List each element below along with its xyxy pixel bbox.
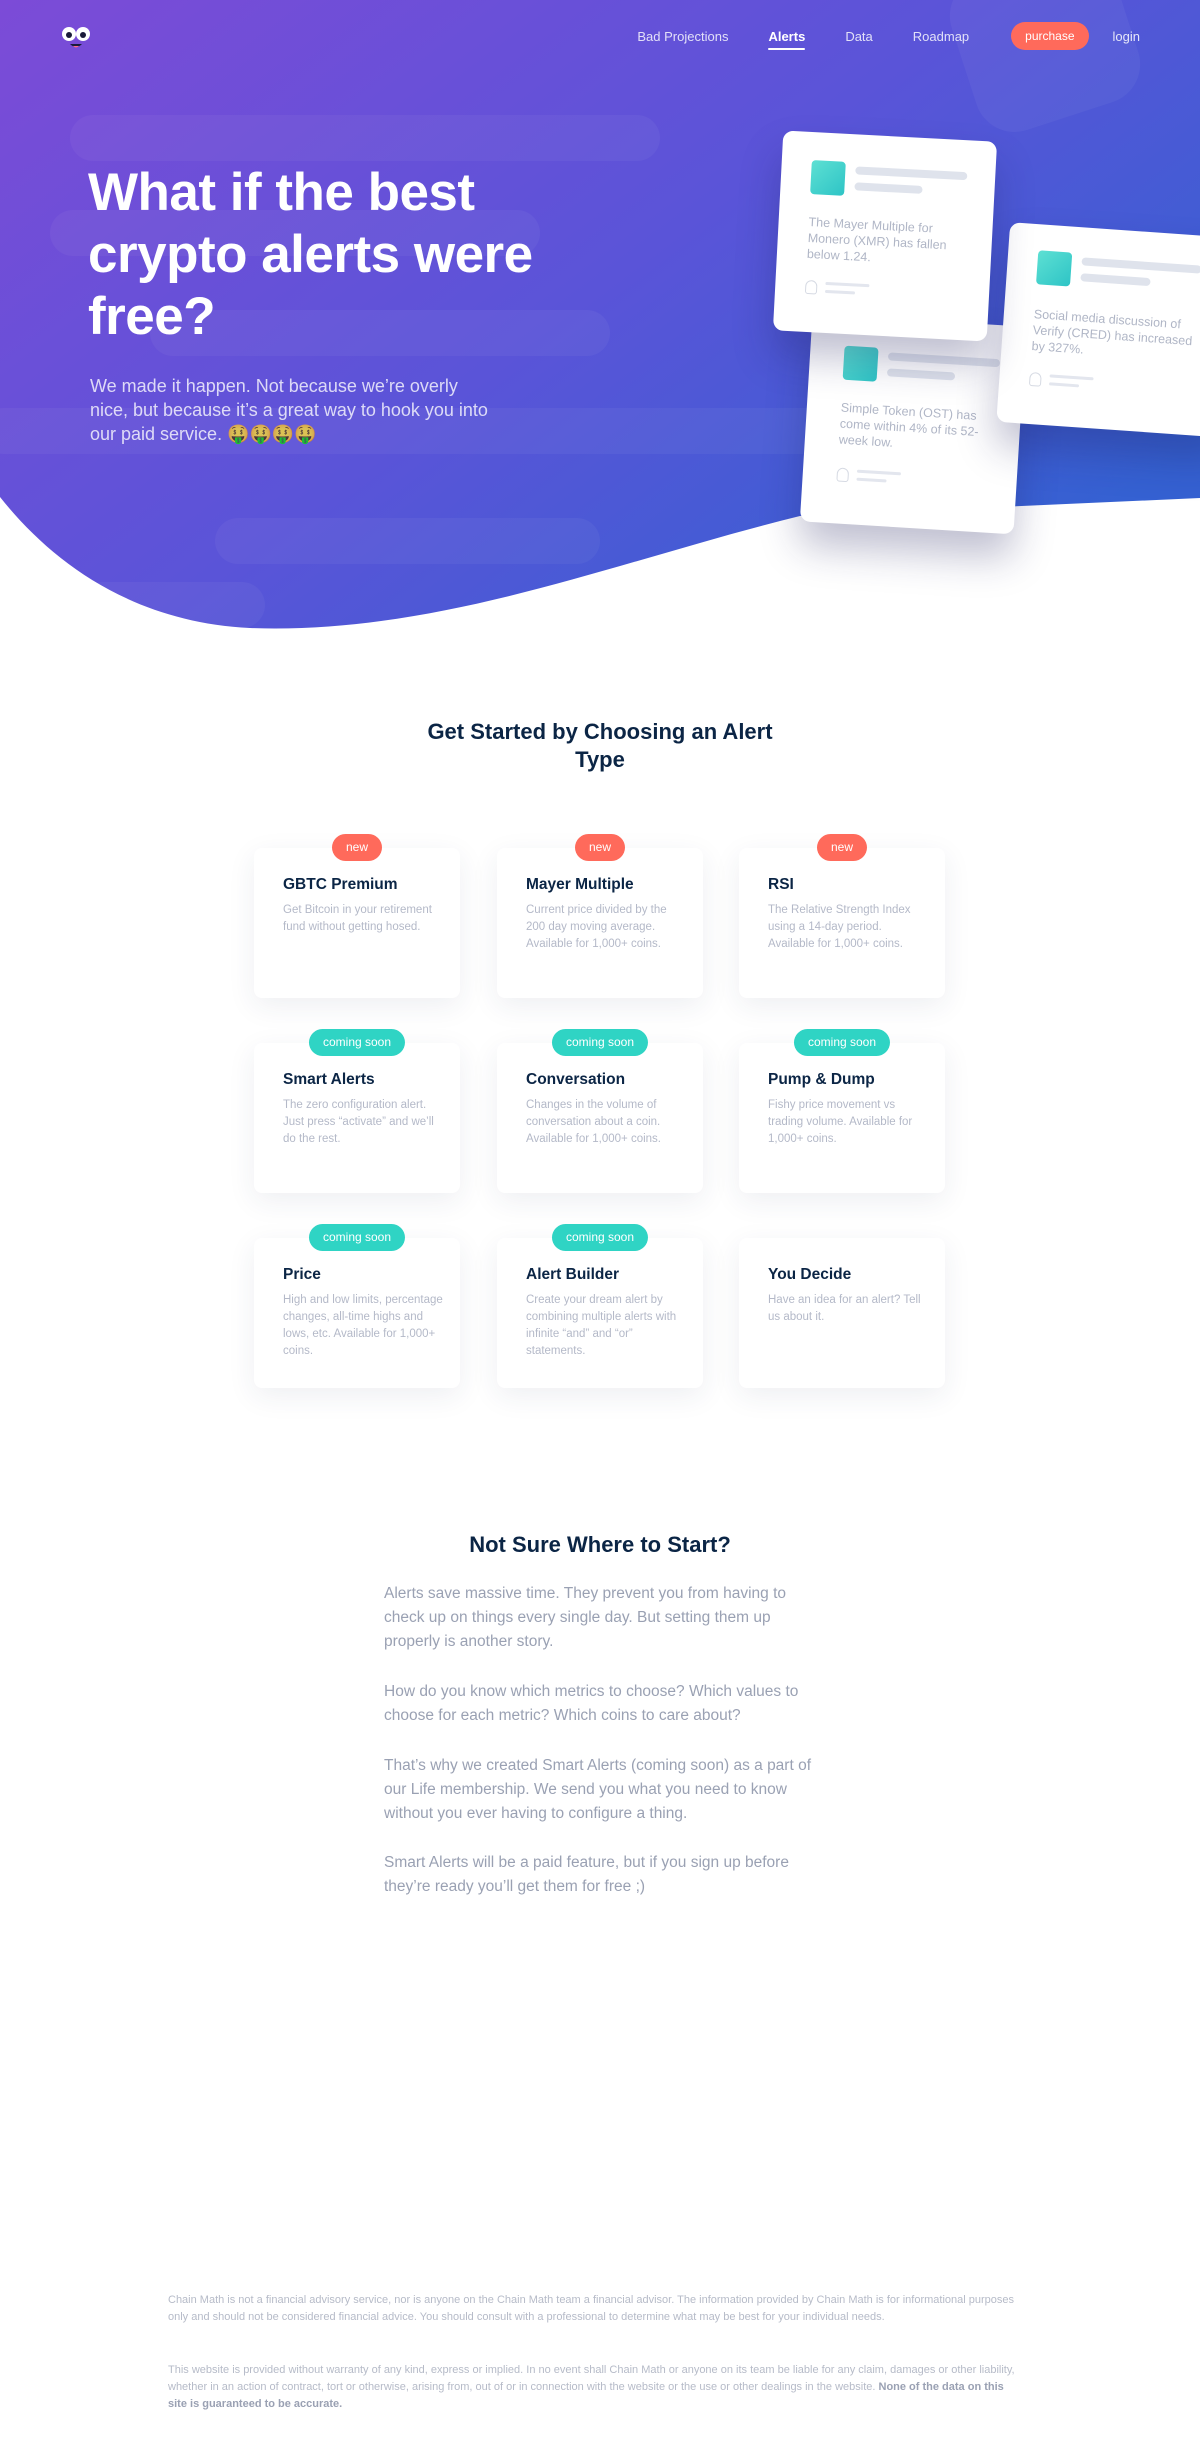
card-title: You Decide	[768, 1266, 852, 1283]
placeholder-bar	[854, 182, 923, 194]
card-title: Price	[283, 1266, 321, 1283]
alert-card-rsi[interactable]: new RSI The Relative Strength Index usin…	[739, 834, 945, 998]
placeholder-bar	[1048, 382, 1080, 388]
alert-card-you-decide[interactable]: You Decide Have an idea for an alert? Te…	[739, 1238, 945, 1388]
mock-alert-text: Social media discussion of Verify (CRED)…	[1031, 307, 1193, 357]
alert-card-conversation[interactable]: coming soon Conversation Changes in the …	[497, 1029, 703, 1193]
card-description: Have an idea for an alert? Tell us about…	[768, 1294, 921, 1323]
alert-thumb-icon	[1035, 250, 1073, 287]
placeholder-bar	[825, 281, 870, 288]
card-description: Changes in the volume of conversation ab…	[526, 1099, 662, 1145]
alert-card-mayer-multiple[interactable]: new Mayer Multiple Current price divided…	[497, 834, 703, 998]
card-description: The zero configuration alert. Just press…	[283, 1099, 434, 1145]
nav-link-roadmap[interactable]: Roadmap	[913, 29, 969, 44]
card-title: Smart Alerts	[283, 1071, 375, 1088]
nav-link-data[interactable]: Data	[845, 29, 872, 44]
placeholder-bar	[886, 368, 956, 381]
hero-section: Bad Projections Alerts Data Roadmap purc…	[0, 0, 1200, 640]
nav-links: Bad Projections Alerts Data Roadmap purc…	[597, 22, 1140, 50]
user-icon	[1028, 371, 1042, 387]
card-title: RSI	[768, 876, 794, 893]
mock-alert-text: The Mayer Multiple for Monero (XMR) has …	[806, 214, 947, 265]
user-icon	[836, 467, 850, 483]
top-nav: Bad Projections Alerts Data Roadmap purc…	[0, 18, 1200, 58]
placeholder-bar	[887, 352, 1001, 368]
placeholder-bar	[1080, 273, 1151, 287]
alert-types-title: Get Started by Choosing an Alert Type	[427, 719, 773, 772]
disclaimer-financial-advice: Chain Math is not a financial advisory s…	[168, 2294, 1015, 2323]
alert-card-price[interactable]: coming soon Price High and low limits, p…	[254, 1224, 460, 1388]
mock-alert-card-xmr: The Mayer Multiple for Monero (XMR) has …	[772, 130, 998, 342]
placeholder-bar	[856, 477, 887, 483]
card-title: Alert Builder	[526, 1266, 620, 1283]
alert-card-alert-builder[interactable]: coming soon Alert Builder Create your dr…	[497, 1224, 703, 1388]
placeholder-bar	[856, 469, 902, 476]
placeholder-bar	[824, 289, 856, 295]
new-badge: new	[331, 834, 383, 861]
coming-soon-badge: coming soon	[308, 1029, 406, 1056]
alert-thumb-icon	[842, 345, 879, 382]
new-badge: new	[816, 834, 868, 861]
not-sure-paragraph: Alerts save massive time. They prevent y…	[384, 1585, 787, 1650]
disclaimer-warranty: This website is provided without warrant…	[168, 2362, 1020, 2413]
mock-alert-text: Simple Token (OST) has come within 4% of…	[838, 400, 980, 450]
card-description: The Relative Strength Index using a 14-d…	[768, 904, 911, 950]
not-sure-paragraph: How do you know which metrics to choose?…	[384, 1683, 799, 1724]
placeholder-bar	[1049, 374, 1094, 381]
alert-card-smart-alerts[interactable]: coming soon Smart Alerts The zero config…	[254, 1029, 460, 1193]
coming-soon-badge: coming soon	[308, 1224, 406, 1251]
not-sure-paragraph: Smart Alerts will be a paid feature, but…	[384, 1854, 789, 1895]
card-description: Create your dream alert by combining mul…	[526, 1294, 677, 1357]
alert-card-pump-dump[interactable]: coming soon Pump & Dump Fishy price move…	[739, 1029, 945, 1193]
purchase-button[interactable]: purchase	[1011, 22, 1089, 50]
alert-card-gbtc-premium[interactable]: new GBTC Premium Get Bitcoin in your ret…	[254, 834, 460, 998]
placeholder-bar	[1081, 257, 1200, 274]
mock-alert-card-cred: Social media discussion of Verify (CRED)…	[996, 222, 1200, 438]
nav-link-alerts[interactable]: Alerts	[768, 29, 805, 50]
card-description: High and low limits, percentage changes,…	[283, 1294, 443, 1357]
coming-soon-badge: coming soon	[793, 1029, 891, 1056]
hero-subtitle: We made it happen. Not because we’re ove…	[90, 376, 488, 444]
mock-alert-card-ost: Simple Token (OST) has come within 4% of…	[799, 313, 1027, 535]
placeholder-bar	[855, 166, 968, 181]
card-description: Current price divided by the 200 day mov…	[526, 904, 667, 950]
card-description: Get Bitcoin in your retirement fund with…	[283, 904, 432, 933]
coming-soon-badge: coming soon	[551, 1029, 649, 1056]
alert-thumb-icon	[810, 160, 846, 196]
card-title: Mayer Multiple	[526, 876, 634, 893]
coming-soon-badge: coming soon	[551, 1224, 649, 1251]
card-title: Conversation	[526, 1071, 626, 1088]
nav-link-bad-projections[interactable]: Bad Projections	[637, 29, 728, 44]
not-sure-paragraph: That’s why we created Smart Alerts (comi…	[384, 1757, 812, 1822]
hero-title: What if the best crypto alerts were free…	[88, 163, 533, 346]
not-sure-title: Not Sure Where to Start?	[469, 1532, 731, 1557]
chain-math-logo-icon[interactable]	[58, 20, 94, 56]
login-link[interactable]: login	[1113, 29, 1140, 44]
new-badge: new	[574, 834, 626, 861]
card-title: GBTC Premium	[283, 876, 398, 893]
card-title: Pump & Dump	[768, 1071, 875, 1088]
card-description: Fishy price movement vs trading volume. …	[768, 1099, 913, 1145]
user-icon	[804, 279, 818, 295]
